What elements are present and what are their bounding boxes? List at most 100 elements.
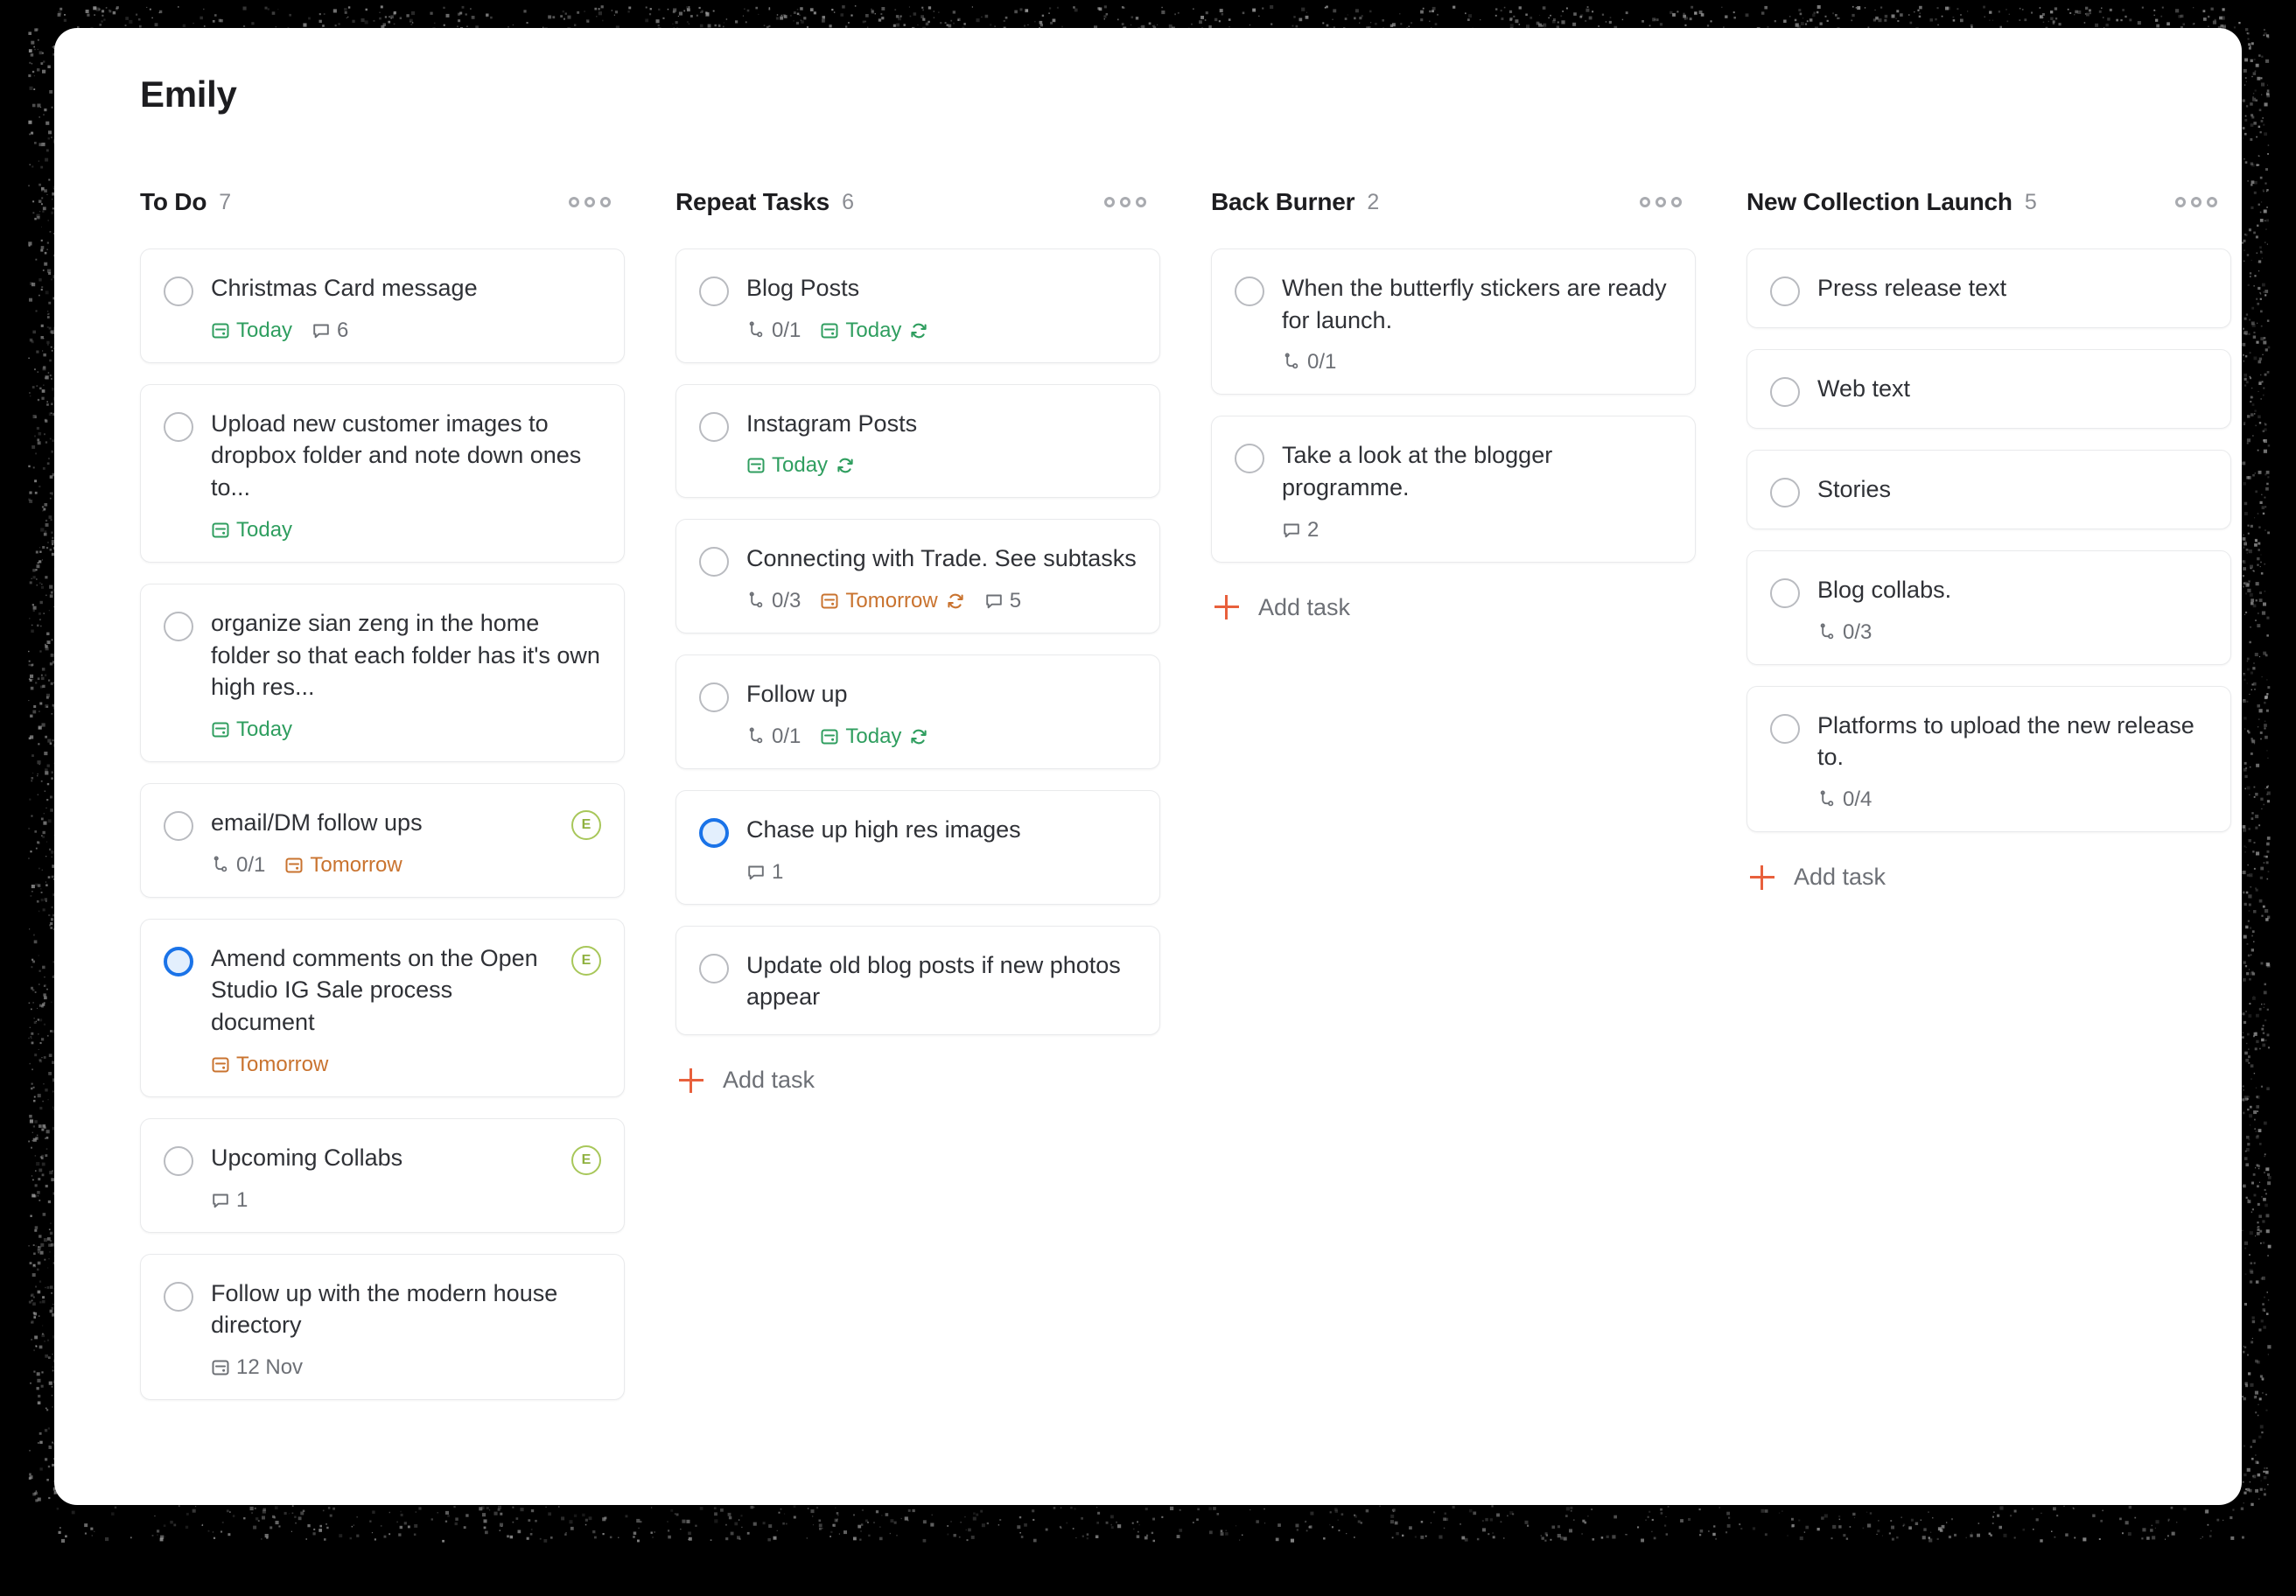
task-checkbox[interactable] [699, 412, 729, 442]
task-card[interactable]: Web text [1746, 349, 2231, 429]
add-task-button[interactable]: Add task [1211, 584, 1696, 632]
task-card[interactable]: Christmas Card messageToday6 [140, 248, 625, 363]
task-checkbox[interactable] [164, 412, 193, 442]
task-checkbox[interactable] [699, 682, 729, 712]
task-checkbox[interactable] [164, 1146, 193, 1176]
task-checkbox[interactable] [1770, 377, 1800, 407]
ellipsis-icon[interactable] [565, 192, 614, 213]
avatar[interactable]: E [571, 946, 601, 976]
task-checkbox[interactable] [1235, 444, 1264, 473]
task-card[interactable]: Platforms to upload the new release to. 0… [1746, 686, 2231, 832]
task-card[interactable]: Press release text [1746, 248, 2231, 328]
task-card[interactable]: Chase up high res images 1 [676, 790, 1160, 905]
task-checkbox[interactable] [164, 612, 193, 641]
task-card[interactable]: Upcoming Collabs1 E [140, 1118, 625, 1233]
task-card[interactable]: organize sian zeng in the home folder so… [140, 584, 625, 762]
ellipsis-dot [1104, 197, 1115, 207]
task-meta-due-date: Tomorrow [284, 855, 402, 876]
task-checkbox[interactable] [1770, 714, 1800, 744]
task-checkbox[interactable] [1770, 478, 1800, 508]
subtask-icon [1817, 790, 1837, 809]
calendar-icon [820, 321, 839, 340]
repeat-icon [909, 727, 928, 746]
task-card[interactable]: Follow up0/1Today [676, 654, 1160, 769]
comment-icon [1282, 521, 1301, 540]
kanban-board: To Do7 Christmas Card messageToday6 Upload… [140, 184, 2207, 1505]
task-title: Platforms to upload the new release to. [1817, 710, 2208, 774]
task-meta-row: Tomorrow [211, 1054, 543, 1075]
task-card[interactable]: Take a look at the blogger programme.2 [1211, 416, 1696, 562]
task-meta-row: 0/4 [1817, 789, 2208, 810]
task-meta-label: Tomorrow [310, 855, 402, 876]
task-card[interactable]: Blog Posts0/1Today [676, 248, 1160, 363]
subtask-icon [1817, 623, 1837, 642]
task-meta-due-date: Tomorrow [820, 591, 964, 612]
task-card[interactable]: Instagram PostsToday [676, 384, 1160, 499]
calendar-icon [746, 456, 766, 475]
task-card[interactable]: Update old blog posts if new photos appe… [676, 926, 1160, 1035]
comment-icon [312, 321, 331, 340]
task-meta-label: Today [236, 520, 292, 541]
task-meta-row: Today6 [211, 320, 601, 341]
task-card-body: When the butterfly stickers are ready fo… [1282, 272, 1672, 373]
task-meta-due-date: Today [211, 520, 292, 541]
task-card[interactable]: When the butterfly stickers are ready fo… [1211, 248, 1696, 395]
ellipsis-dot [600, 197, 611, 207]
task-card[interactable]: Stories [1746, 450, 2231, 529]
add-task-button[interactable]: Add task [1746, 853, 2231, 901]
comment-icon [211, 1191, 230, 1210]
task-card-body: Update old blog posts if new photos appe… [746, 949, 1137, 1013]
add-task-label: Add task [1258, 594, 1350, 621]
task-card[interactable]: Connecting with Trade. See subtasks0/3To… [676, 519, 1160, 634]
task-checkbox[interactable] [699, 547, 729, 577]
column-title: Back Burner [1211, 188, 1354, 216]
task-card-body: Connecting with Trade. See subtasks0/3To… [746, 542, 1137, 612]
calendar-icon [211, 321, 230, 340]
task-checkbox[interactable] [164, 1282, 193, 1312]
task-checkbox[interactable] [164, 947, 193, 976]
ellipsis-dot [569, 197, 579, 207]
task-meta-row: Today [211, 719, 601, 740]
calendar-icon [284, 856, 304, 875]
task-checkbox[interactable] [1770, 276, 1800, 306]
task-card[interactable]: Blog collabs.0/3 [1746, 550, 2231, 665]
task-meta-label: 12 Nov [236, 1357, 303, 1378]
task-meta-due-date: Today [746, 455, 855, 476]
add-task-button[interactable]: Add task [676, 1056, 1160, 1104]
avatar[interactable]: E [571, 1145, 601, 1175]
column-header: To Do7 [140, 184, 625, 220]
task-title: Press release text [1817, 272, 2208, 304]
task-checkbox[interactable] [699, 276, 729, 306]
task-title: Chase up high res images [746, 814, 1137, 846]
task-card-body: Upcoming Collabs1 [211, 1142, 543, 1211]
task-meta-due-date: 12 Nov [211, 1357, 303, 1378]
task-checkbox[interactable] [164, 811, 193, 841]
task-meta-label: Tomorrow [236, 1054, 328, 1075]
task-checkbox[interactable] [164, 276, 193, 306]
column-title: New Collection Launch [1746, 188, 2012, 216]
column-task-count: 6 [842, 190, 854, 215]
task-checkbox[interactable] [1235, 276, 1264, 306]
screen-root: Emily To Do7Christmas Card messageToday6… [0, 0, 2296, 1596]
ellipsis-icon[interactable] [1636, 192, 1685, 213]
ellipsis-icon[interactable] [1101, 192, 1150, 213]
column-title: Repeat Tasks [676, 188, 830, 216]
task-card[interactable]: Amend comments on the Open Studio IG Sal… [140, 919, 625, 1097]
ellipsis-icon[interactable] [2172, 192, 2221, 213]
task-checkbox[interactable] [699, 954, 729, 984]
avatar[interactable]: E [571, 810, 601, 840]
task-title: Blog collabs. [1817, 574, 2208, 606]
task-meta-label: 1 [772, 862, 783, 883]
task-meta-label: Today [772, 455, 828, 476]
repeat-icon [836, 456, 855, 475]
task-meta-label: 0/3 [772, 591, 801, 612]
task-checkbox[interactable] [699, 818, 729, 848]
task-meta-row: Today [746, 455, 1137, 476]
task-meta-row: 0/1Today [746, 320, 1137, 341]
task-checkbox[interactable] [1770, 578, 1800, 608]
task-card[interactable]: Follow up with the modern house director… [140, 1254, 625, 1400]
task-card[interactable]: Upload new customer images to dropbox fo… [140, 384, 625, 563]
subtask-icon [746, 592, 766, 611]
ellipsis-dot [2191, 197, 2202, 207]
task-card[interactable]: email/DM follow ups0/1TomorrowE [140, 783, 625, 898]
